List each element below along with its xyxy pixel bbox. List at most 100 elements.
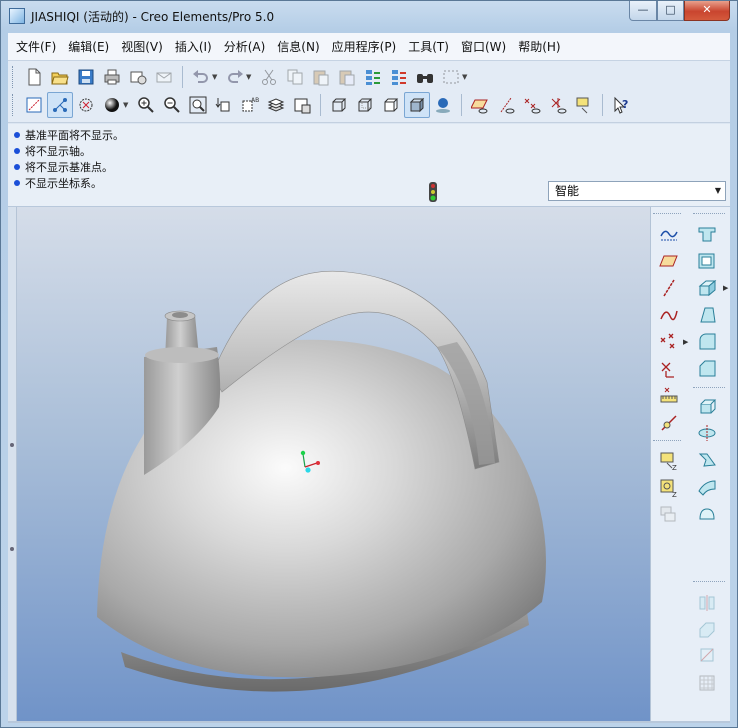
hidden-line-icon[interactable] <box>352 92 378 118</box>
message-line: 不显示坐标系。 <box>14 176 102 192</box>
minimize-button[interactable]: — <box>629 1 657 21</box>
blend-icon[interactable] <box>695 475 719 499</box>
left-sash[interactable] <box>8 207 17 721</box>
toolbar-grip[interactable] <box>12 66 15 88</box>
hole-icon[interactable] <box>695 222 719 246</box>
kettle-model[interactable] <box>17 207 650 721</box>
saved-views-icon[interactable]: AB <box>237 92 263 118</box>
plane-display-icon[interactable] <box>467 92 493 118</box>
symbol-icon[interactable] <box>657 503 681 527</box>
redo-icon[interactable] <box>222 64 248 90</box>
axis-display-icon[interactable] <box>493 92 519 118</box>
datum-plane-icon[interactable] <box>657 249 681 273</box>
paste-icon[interactable] <box>308 64 334 90</box>
graphics-window[interactable] <box>17 207 650 721</box>
shaded-icon[interactable] <box>404 92 430 118</box>
find-icon[interactable] <box>412 64 438 90</box>
menu-tools[interactable]: 工具(T) <box>402 33 455 61</box>
chamfer-icon[interactable] <box>695 357 719 381</box>
select-box-icon[interactable] <box>438 64 464 90</box>
new-file-icon[interactable] <box>21 64 47 90</box>
rib-dropdown-icon[interactable]: ▶ <box>723 284 728 292</box>
no-hidden-icon[interactable] <box>378 92 404 118</box>
message-text: 基准平面将不显示。 <box>25 129 124 142</box>
regenerate-icon[interactable] <box>360 64 386 90</box>
rib-icon[interactable] <box>695 276 719 300</box>
datum-point-display-icon[interactable] <box>73 92 99 118</box>
message-text: 将不显示基准点。 <box>25 161 113 174</box>
datum-plane-display-icon[interactable] <box>21 92 47 118</box>
regeneration-status-icon[interactable] <box>426 181 440 203</box>
menu-analysis[interactable]: 分析(A) <box>218 33 272 61</box>
paste-special-icon[interactable] <box>334 64 360 90</box>
datum-axis-icon[interactable] <box>657 276 681 300</box>
toolbar-separator <box>320 94 321 116</box>
menu-help[interactable]: 帮助(H) <box>512 33 566 61</box>
shell-icon[interactable] <box>695 249 719 273</box>
menu-view[interactable]: 视图(V) <box>115 33 169 61</box>
datum-curve-icon[interactable] <box>657 303 681 327</box>
send-mail-icon[interactable] <box>125 64 151 90</box>
sash-handle-icon <box>10 547 14 551</box>
cut-icon[interactable] <box>256 64 282 90</box>
menu-info[interactable]: 信息(N) <box>271 33 325 61</box>
csys-display-icon[interactable] <box>545 92 571 118</box>
zoom-in-icon[interactable] <box>133 92 159 118</box>
mail-icon[interactable] <box>151 64 177 90</box>
menu-edit[interactable]: 编辑(E) <box>62 33 115 61</box>
menu-window[interactable]: 窗口(W) <box>455 33 512 61</box>
pattern-icon[interactable] <box>695 671 719 695</box>
svg-text:Z: Z <box>672 491 677 498</box>
zoom-out-icon[interactable] <box>159 92 185 118</box>
open-folder-icon[interactable] <box>47 64 73 90</box>
sweep-icon[interactable] <box>695 448 719 472</box>
trim-icon[interactable] <box>695 643 719 667</box>
enhanced-realism-icon[interactable] <box>430 92 456 118</box>
save-icon[interactable] <box>73 64 99 90</box>
datum-point-icon[interactable] <box>657 330 681 354</box>
message-bullet-icon <box>14 132 20 138</box>
view-manager-icon[interactable] <box>289 92 315 118</box>
toolbar-separator <box>653 213 681 214</box>
reorient-icon[interactable] <box>211 92 237 118</box>
coordinate-system-icon[interactable] <box>657 357 681 381</box>
datum-axis-display-icon[interactable] <box>47 92 73 118</box>
redo-dropdown-icon[interactable]: ▼ <box>246 73 254 81</box>
point-display-icon[interactable] <box>519 92 545 118</box>
shading-sphere-icon[interactable] <box>99 92 125 118</box>
annotation-display-icon[interactable] <box>571 92 597 118</box>
shading-dropdown-icon[interactable]: ▼ <box>123 101 131 109</box>
refit-icon[interactable] <box>185 92 211 118</box>
menu-applications[interactable]: 应用程序(P) <box>326 33 403 61</box>
layers-icon[interactable] <box>263 92 289 118</box>
draft-icon[interactable] <box>695 303 719 327</box>
sketch-icon[interactable] <box>657 222 681 246</box>
print-icon[interactable] <box>99 64 125 90</box>
round-icon[interactable] <box>695 330 719 354</box>
mirror-icon[interactable] <box>695 591 719 615</box>
boundary-blend-icon[interactable] <box>695 502 719 526</box>
select-dropdown-icon[interactable]: ▼ <box>462 73 470 81</box>
undo-icon[interactable] <box>188 64 214 90</box>
message-text: 将不显示轴。 <box>25 145 91 158</box>
merge-icon[interactable] <box>695 617 719 641</box>
annotation-feature-icon[interactable]: Z <box>657 449 681 473</box>
menu-insert[interactable]: 插入(I) <box>169 33 218 61</box>
toolbar-grip[interactable] <box>12 94 15 116</box>
revolve-icon[interactable] <box>695 421 719 445</box>
reference-icon[interactable] <box>657 411 681 435</box>
undo-dropdown-icon[interactable]: ▼ <box>212 73 220 81</box>
toolbar-separator <box>693 387 725 388</box>
extrude-icon[interactable] <box>695 394 719 418</box>
context-help-icon[interactable]: ? <box>608 92 634 118</box>
maximize-button[interactable]: □ <box>657 1 684 21</box>
close-button[interactable]: ✕ <box>684 1 730 21</box>
copy-icon[interactable] <box>282 64 308 90</box>
note-icon[interactable]: Z <box>657 476 681 500</box>
point-dropdown-icon[interactable]: ▶ <box>683 338 688 346</box>
menu-file[interactable]: 文件(F) <box>10 33 62 61</box>
selection-filter-select[interactable]: 智能 ▼ <box>548 181 726 201</box>
analysis-feature-icon[interactable] <box>657 384 681 408</box>
wireframe-icon[interactable] <box>326 92 352 118</box>
regen-manager-icon[interactable] <box>386 64 412 90</box>
